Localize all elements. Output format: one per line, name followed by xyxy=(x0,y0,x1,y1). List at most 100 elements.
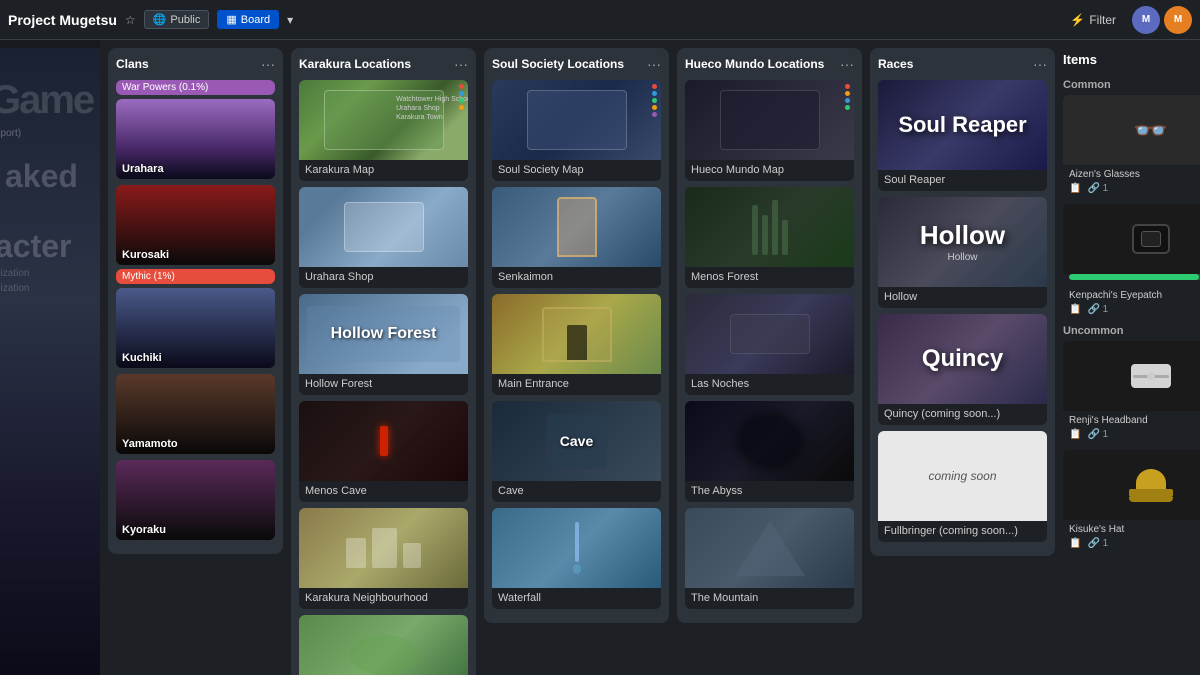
column-menu-hm[interactable]: ··· xyxy=(840,56,854,72)
card-label-karakura-map: Karakura Map xyxy=(299,160,468,181)
column-title-clans: Clans xyxy=(116,57,149,71)
card-senkaimon[interactable]: Senkaimon xyxy=(492,187,661,288)
filter-button[interactable]: ⚡ Filter xyxy=(1062,9,1124,31)
avatar: M xyxy=(1132,6,1160,34)
card-label-urahara-shop: Urahara Shop xyxy=(299,267,468,288)
item-label-eyepatch: Kenpachi's Eyepatch xyxy=(1063,286,1200,304)
card-label-the-mountain: The Mountain xyxy=(685,588,854,609)
clan-badge-mythic: Mythic (1%) xyxy=(116,269,275,284)
column-title-karakura: Karakura Locations xyxy=(299,57,411,71)
card-ss-map[interactable]: Soul Society Map xyxy=(492,80,661,181)
char-name-kuchiki: Kuchiki xyxy=(122,352,162,364)
item-kisukes-hat[interactable]: x1 Kisuke's Hat 📋🔗 1 xyxy=(1063,450,1200,553)
column-menu-ss[interactable]: ··· xyxy=(647,56,661,72)
visibility-badge[interactable]: 🌐 Public xyxy=(144,10,210,29)
column-header-karakura: Karakura Locations ··· xyxy=(299,56,468,72)
columns-wrapper: Clans ··· War Powers (0.1%) Urahara Kuro… xyxy=(100,40,1200,675)
card-label-hollow: Hollow xyxy=(878,287,1047,308)
card-label-fullbringer: Fullbringer (coming soon...) xyxy=(878,521,1047,542)
card-waterfall[interactable]: Waterfall xyxy=(492,508,661,609)
card-karakura-neighbourhood[interactable]: Karakura Neighbourhood xyxy=(299,508,468,609)
card-karakura-map[interactable]: Watchtower High School Urahara Shop Kara… xyxy=(299,80,468,181)
char-name-urahara: Urahara xyxy=(122,163,164,175)
card-fullbringer[interactable]: coming soon Fullbringer (coming soon...) xyxy=(878,431,1047,542)
card-label-las-noches: Las Noches xyxy=(685,374,854,395)
card-label-hollow-forest: Hollow Forest xyxy=(299,374,468,395)
card-the-mountain[interactable]: The Mountain xyxy=(685,508,854,609)
board-view-badge[interactable]: ▦ Board xyxy=(217,10,279,29)
globe-icon: 🌐 xyxy=(153,13,167,26)
card-label-menos-cave: Menos Cave xyxy=(299,481,468,502)
avatar-2: M xyxy=(1164,6,1192,34)
sidebar-acter-text: acter xyxy=(0,228,72,265)
card-menos-cave[interactable]: Menos Cave xyxy=(299,401,468,502)
card-main-entrance[interactable]: Main Entrance xyxy=(492,294,661,395)
common-section-title: Common xyxy=(1063,79,1200,91)
column-clans: Clans ··· War Powers (0.1%) Urahara Kuro… xyxy=(108,48,283,554)
clan-char-yamamoto[interactable]: Yamamoto xyxy=(116,374,275,454)
column-karakura: Karakura Locations ··· Watchtower High S… xyxy=(291,48,476,675)
item-label-glasses: Aizen's Glasses xyxy=(1063,165,1200,183)
clan-char-kyoraku[interactable]: Kyoraku xyxy=(116,460,275,540)
board-icon: ▦ xyxy=(226,13,236,26)
card-label-quincy: Quincy (coming soon...) xyxy=(878,404,1047,425)
avatar-group: M M xyxy=(1132,6,1192,34)
sidebar-aked-text: aked xyxy=(5,158,78,195)
card-soul-reaper[interactable]: Soul Reaper Soul Reaper xyxy=(878,80,1047,191)
column-title-races: Races xyxy=(878,57,913,71)
card-quincy[interactable]: Quincy Quincy (coming soon...) xyxy=(878,314,1047,425)
char-name-yamamoto: Yamamoto xyxy=(122,438,178,450)
item-label-headband: Renji's Headband xyxy=(1063,411,1200,429)
card-label-soul-reaper: Soul Reaper xyxy=(878,170,1047,191)
item-renjis-headband[interactable]: x1 Renji's Headband 📋🔗 1 xyxy=(1063,341,1200,444)
card-hm-map[interactable]: Hueco Mundo Map xyxy=(685,80,854,181)
card-cave[interactable]: Cave Cave xyxy=(492,401,661,502)
clan-char-kuchiki[interactable]: Kuchiki xyxy=(116,288,275,368)
item-meta-eyepatch: 📋🔗 1 xyxy=(1063,304,1200,319)
left-sidebar: Game eport) aked acter nization nization xyxy=(0,40,100,675)
card-karakura-island[interactable]: Karakura Island xyxy=(299,615,468,675)
column-header-clans: Clans ··· xyxy=(116,56,275,72)
column-title-hm: Hueco Mundo Locations xyxy=(685,57,824,71)
item-kenpachis-eyepatch[interactable]: x1 Kenpachi's Eyepatch 📋🔗 1 xyxy=(1063,204,1200,319)
card-las-noches[interactable]: Las Noches xyxy=(685,294,854,395)
card-label-the-abyss: The Abyss xyxy=(685,481,854,502)
clan-char-kurosaki[interactable]: Kurosaki xyxy=(116,185,275,265)
item-meta-hat: 📋🔗 1 xyxy=(1063,538,1200,553)
column-soul-society: Soul Society Locations ··· Soul Society … xyxy=(484,48,669,623)
card-the-abyss[interactable]: The Abyss xyxy=(685,401,854,502)
column-header-ss: Soul Society Locations ··· xyxy=(492,56,661,72)
card-label-cave: Cave xyxy=(492,481,661,502)
item-aizens-glasses[interactable]: 👓 x1 Aizen's Glasses 📋🔗 1 xyxy=(1063,95,1200,198)
column-races: Races ··· Soul Reaper Soul Reaper Hollow… xyxy=(870,48,1055,556)
items-title: Items xyxy=(1063,48,1200,71)
column-hueco-mundo: Hueco Mundo Locations ··· Hueco Mundo Ma… xyxy=(677,48,862,623)
column-menu-clans[interactable]: ··· xyxy=(261,56,275,72)
sidebar-game-text: Game xyxy=(0,78,93,123)
clan-badge-war: War Powers (0.1%) xyxy=(116,80,275,95)
item-meta-glasses: 📋🔗 1 xyxy=(1063,183,1200,198)
column-title-ss: Soul Society Locations xyxy=(492,57,624,71)
item-meta-headband: 📋🔗 1 xyxy=(1063,429,1200,444)
clan-rarity-war[interactable]: War Powers (0.1%) xyxy=(116,80,275,95)
card-label-karakura-neighbourhood: Karakura Neighbourhood xyxy=(299,588,468,609)
column-header-races: Races ··· xyxy=(878,56,1047,72)
chevron-down-icon[interactable]: ▾ xyxy=(287,13,293,27)
sidebar-nization-text: nization xyxy=(0,268,29,279)
clan-rarity-mythic[interactable]: Mythic (1%) xyxy=(116,269,275,284)
card-urahara-shop[interactable]: Urahara Shop xyxy=(299,187,468,288)
column-items: Items Common 👓 x1 Aizen's Glasses 📋🔗 1 xyxy=(1063,48,1200,559)
card-label-senkaimon: Senkaimon xyxy=(492,267,661,288)
filter-icon: ⚡ xyxy=(1070,13,1085,27)
column-menu-karakura[interactable]: ··· xyxy=(454,56,468,72)
card-menos-forest[interactable]: Menos Forest xyxy=(685,187,854,288)
card-hollow[interactable]: Hollow Hollow Hollow xyxy=(878,197,1047,308)
card-hollow-forest[interactable]: Hollow Forest Hollow Forest xyxy=(299,294,468,395)
star-icon[interactable]: ☆ xyxy=(125,13,136,27)
clan-char-urahara[interactable]: Urahara xyxy=(116,99,275,179)
column-menu-races[interactable]: ··· xyxy=(1033,56,1047,72)
sidebar-report-text: eport) xyxy=(0,128,21,139)
app-title: Project Mugetsu xyxy=(8,12,117,28)
card-label-menos-forest: Menos Forest xyxy=(685,267,854,288)
top-bar: Project Mugetsu ☆ 🌐 Public ▦ Board ▾ ⚡ F… xyxy=(0,0,1200,40)
